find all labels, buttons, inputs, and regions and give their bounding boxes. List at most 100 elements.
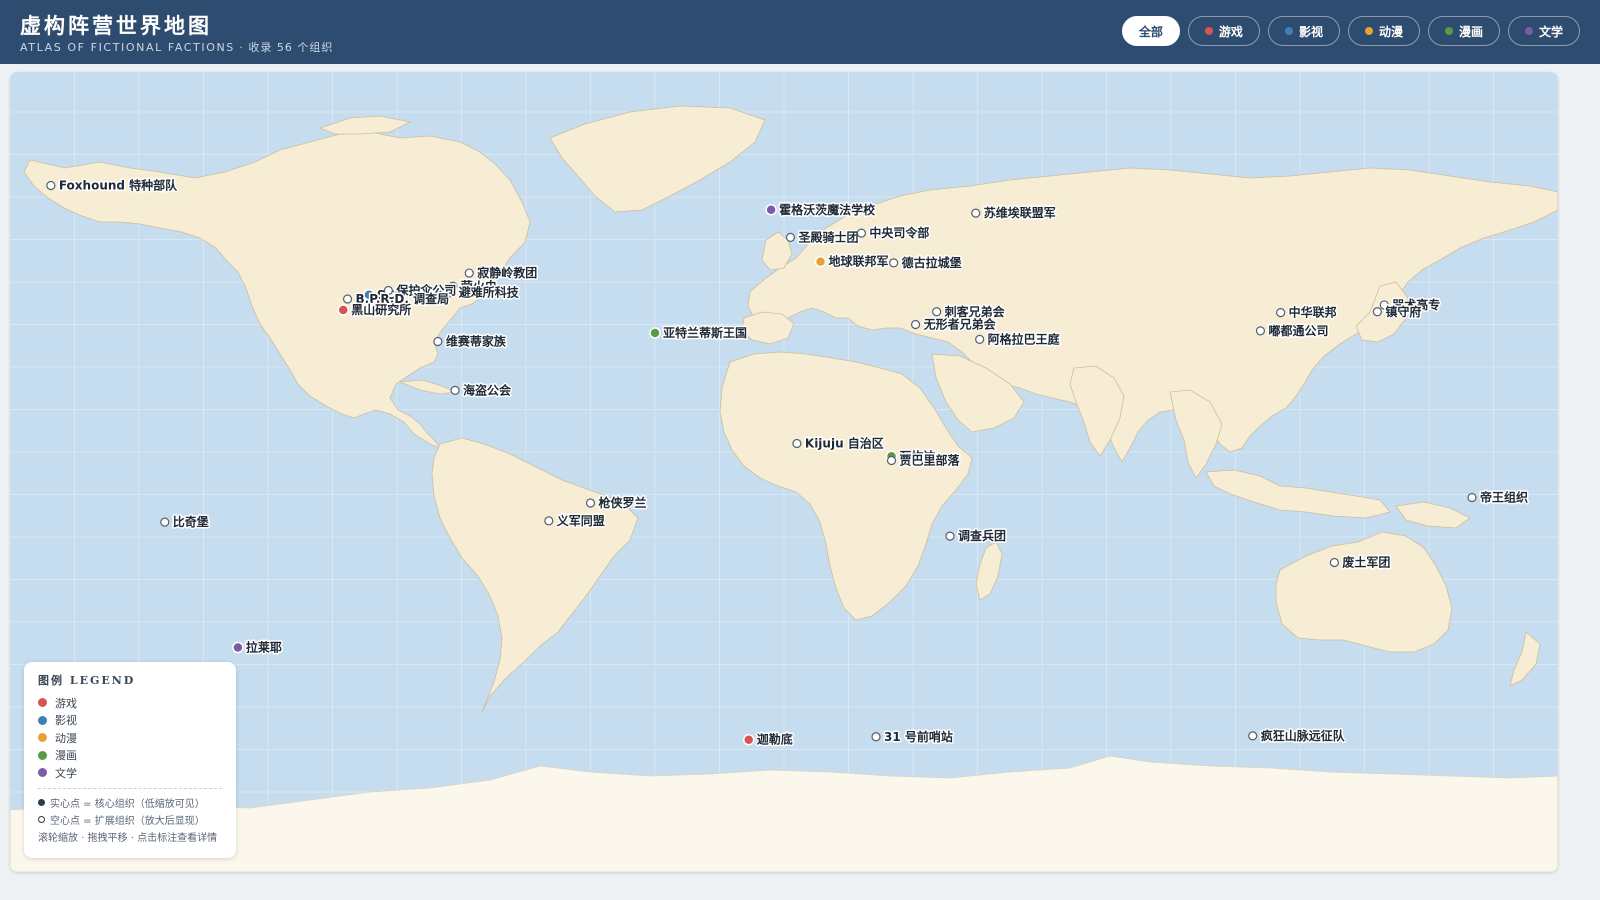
legend-dot-icon (38, 698, 47, 708)
marker-label: 亚特兰蒂斯王国 (663, 325, 747, 340)
faction-marker[interactable]: 无形者兄弟会 (910, 315, 998, 333)
marker-label: 镇守府 (1385, 304, 1421, 319)
extended-marker-dot[interactable] (932, 307, 942, 317)
marker-label: 德古拉城堡 (902, 255, 962, 270)
legend-item-label: 影视 (55, 714, 77, 728)
subtitle-english: ATLAS OF FICTIONAL FACTIONS (20, 41, 235, 54)
legend-dot-icon (38, 715, 47, 725)
extended-marker-dot[interactable] (889, 258, 899, 268)
extended-marker-dot[interactable] (1276, 308, 1286, 318)
legend-item: 漫画 (38, 747, 222, 765)
extended-marker-dot[interactable] (856, 228, 867, 238)
extended-marker-dot[interactable] (1248, 731, 1258, 741)
marker-label: 霍格沃茨魔法学校 (779, 202, 876, 217)
extended-marker-dot[interactable] (945, 531, 955, 541)
faction-marker[interactable]: 疯狂山脉远征队 (1248, 726, 1347, 744)
core-marker-dot[interactable] (742, 733, 755, 746)
extended-marker-dot[interactable] (544, 516, 554, 526)
legend-note-core-text: 实心点 = 核心组织（低缩放可见） (50, 798, 205, 810)
hollow-dot-icon (38, 815, 45, 823)
category-filter-bar: 全部 游戏 影视 动漫 漫画 文学 (1121, 16, 1580, 48)
legend-dot-icon (38, 768, 47, 778)
extended-marker-dot[interactable] (1329, 557, 1340, 568)
extended-marker-dot[interactable] (971, 208, 981, 218)
legend-divider (38, 787, 222, 789)
page-title: 虚构阵营世界地图 (20, 13, 212, 38)
filter-chip-label: 文学 (1538, 24, 1563, 39)
faction-marker[interactable]: 霍格沃茨魔法学校 (765, 200, 878, 218)
marker-label: 阿格拉巴王庭 (988, 331, 1060, 346)
extended-marker-dot[interactable] (886, 455, 897, 466)
extended-marker-dot[interactable] (342, 294, 353, 304)
extended-marker-dot[interactable] (792, 438, 802, 449)
filter-chip-label: 动漫 (1378, 24, 1403, 39)
legend-note-core: 实心点 = 核心组织（低缩放可见） (38, 794, 222, 811)
marker-label: 31 号前哨站 (884, 729, 953, 744)
filter-chip-label: 漫画 (1458, 24, 1483, 39)
legend-note-ext-text: 空心点 = 扩展组织（放大后显现） (50, 815, 205, 827)
faction-marker[interactable]: 亚特兰蒂斯王国 (649, 324, 749, 342)
legend-item: 动漫 (38, 729, 222, 747)
marker-label: 苏维埃联盟军 (984, 205, 1056, 220)
world-map[interactable]: Foxhound 特种部队 霍格沃茨魔法学校 圣殿骑士团 中央司令部 苏维埃联盟军 地球联… (10, 72, 1558, 872)
filter-chip-1[interactable]: 游戏 (1187, 16, 1260, 46)
marker-label: 废土军团 (1342, 555, 1390, 570)
legend-panel: 图例 LEGEND 游戏影视动漫漫画 文学 实心点 = 核心组织（低缩放可见） 空… (24, 662, 236, 858)
legend-dot-icon (38, 750, 47, 760)
legend-item-label: 动漫 (55, 731, 77, 745)
marker-label: Foxhound 特种部队 (59, 178, 178, 193)
core-marker-dot[interactable] (337, 304, 349, 316)
extended-marker-dot[interactable] (160, 517, 170, 527)
legend-items: 游戏影视动漫漫画 文学 (38, 694, 222, 782)
extended-marker-dot[interactable] (46, 180, 56, 191)
extended-marker-dot[interactable] (871, 732, 881, 742)
legend-item: 文学 (38, 764, 222, 782)
filter-chip-3[interactable]: 动漫 (1347, 16, 1420, 46)
marker-label: 迦勒底 (757, 732, 793, 747)
marker-label: 枪侠罗兰 (599, 495, 647, 510)
extended-marker-dot[interactable] (464, 268, 474, 278)
legend-title: 图例 LEGEND (38, 674, 136, 687)
extended-marker-dot[interactable] (785, 232, 796, 242)
page-subtitle: ATLAS OF FICTIONAL FACTIONS · 收录 56 个组织 (20, 39, 333, 55)
filter-chip-5[interactable]: 文学 (1507, 16, 1580, 46)
legend-hint: 滚轮缩放 · 拖拽平移 · 点击标注查看详情 (38, 832, 218, 844)
marker-label: 帝王组织 (1480, 489, 1528, 504)
map-canvas[interactable]: Foxhound 特种部队霍格沃茨魔法学校圣殿骑士团 中央司令部 苏维埃联盟军地球联… (10, 72, 1558, 872)
extended-marker-dot[interactable] (1467, 492, 1477, 503)
filter-chip-label: 游戏 (1218, 24, 1243, 39)
faction-marker[interactable]: Foxhound 特种部队 (46, 176, 180, 194)
extended-marker-dot[interactable] (975, 334, 985, 344)
marker-label: 调查兵团 (958, 528, 1006, 543)
faction-marker[interactable]: 阿格拉巴王庭 (975, 330, 1061, 348)
extended-marker-dot[interactable] (1372, 307, 1383, 317)
marker-label: 寂静岭教团 (477, 265, 537, 280)
extended-marker-dot[interactable] (450, 385, 460, 395)
marker-label: 贾巴里部落 (900, 453, 961, 468)
faction-marker[interactable]: 苏维埃联盟军 (971, 204, 1057, 222)
marker-label: 疯狂山脉远征队 (1261, 728, 1346, 743)
filter-chip-label: 影视 (1298, 24, 1323, 39)
subtitle-count: · 收录 56 个组织 (239, 41, 334, 54)
marker-label: 中央司令部 (869, 225, 929, 240)
core-marker-dot[interactable] (232, 641, 244, 654)
filter-chip-0[interactable]: 全部 (1121, 16, 1180, 46)
faction-marker[interactable]: Kijuju 自治区 (792, 434, 885, 452)
legend-item-label: 游戏 (55, 696, 77, 710)
extended-marker-dot[interactable] (910, 319, 921, 330)
extended-marker-dot[interactable] (1255, 326, 1266, 336)
core-marker-dot[interactable] (765, 204, 777, 216)
marker-label: 中华联邦 (1289, 305, 1337, 320)
marker-label: 避难所科技 (459, 285, 520, 300)
faction-marker[interactable]: 31 号前哨站 (871, 727, 954, 745)
filter-chip-4[interactable]: 漫画 (1427, 16, 1500, 46)
filter-chip-2[interactable]: 影视 (1267, 16, 1340, 46)
marker-label: 义军同盟 (556, 513, 605, 528)
extended-marker-dot[interactable] (585, 498, 596, 508)
category-dot-icon (1364, 27, 1373, 35)
core-marker-dot[interactable] (814, 255, 827, 268)
marker-label: Kijuju 自治区 (805, 436, 884, 451)
extended-marker-dot[interactable] (433, 336, 443, 347)
core-marker-dot[interactable] (649, 327, 661, 339)
solid-dot-icon (38, 798, 45, 806)
